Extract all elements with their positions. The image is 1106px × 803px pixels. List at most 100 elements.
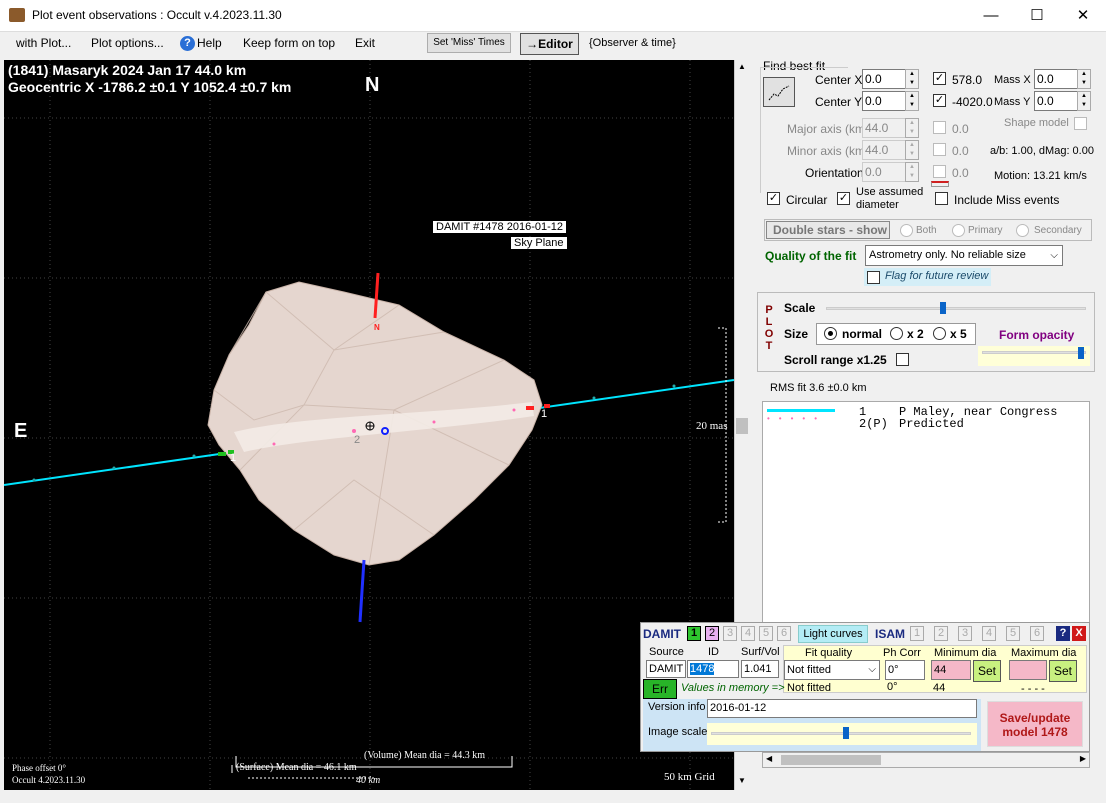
double-stars-button[interactable]: Double stars - show	[766, 221, 890, 239]
surf-vol-input[interactable]: 1.041	[741, 660, 779, 678]
include-miss-checkbox[interactable]	[935, 192, 948, 205]
damit-tab-2[interactable]: 2	[705, 626, 719, 641]
scroll-thumb[interactable]	[736, 418, 748, 434]
id-input[interactable]: 1478	[687, 660, 739, 678]
volume-mean-dia: (Volume) Mean dia = 44.3 km	[364, 750, 485, 761]
damit-tab-4[interactable]: 4	[741, 626, 755, 641]
center-y-spinner[interactable]: ▲ ▼	[905, 91, 919, 111]
major-axis-checkbox[interactable]	[933, 121, 946, 134]
legend-hscroll-thumb[interactable]	[781, 755, 881, 765]
sky-plane-label: Sky Plane	[511, 237, 567, 249]
legend-hscroll[interactable]: ◀ ▶	[762, 752, 1090, 768]
scale-slider-thumb[interactable]	[940, 302, 947, 314]
rms-fit: RMS fit 3.6 ±0.0 km	[770, 382, 867, 394]
flag-review-checkbox[interactable]	[867, 271, 880, 284]
both-radio[interactable]	[900, 224, 913, 237]
minimize-button[interactable]: —	[968, 0, 1014, 32]
isam-tab-5[interactable]: 5	[1006, 626, 1020, 641]
damit-close-button[interactable]: X	[1072, 626, 1086, 641]
help-icon[interactable]: ?	[180, 36, 195, 51]
menu-exit[interactable]: Exit	[355, 36, 375, 50]
save-update-model-button[interactable]: Save/update model 1478	[987, 701, 1083, 747]
size-normal-radio[interactable]	[824, 327, 837, 340]
primary-radio[interactable]	[952, 224, 965, 237]
circular-checkbox[interactable]: ✓	[767, 192, 780, 205]
orientation-c: 0.0	[952, 166, 969, 180]
scroll-up-icon[interactable]: ▲	[738, 62, 746, 71]
mass-x-input[interactable]: 0.0	[1034, 69, 1078, 89]
fit-button[interactable]	[763, 77, 795, 107]
light-curves-button[interactable]: Light curves	[798, 625, 868, 643]
color-swatch[interactable]	[931, 181, 949, 187]
isam-tab-3[interactable]: 3	[958, 626, 972, 641]
damit-tab-3[interactable]: 3	[723, 626, 737, 641]
damit-tab-6[interactable]: 6	[777, 626, 791, 641]
observer-time-link[interactable]: {Observer & time}	[589, 37, 676, 49]
source-input[interactable]: DAMIT	[646, 660, 686, 678]
opacity-slider[interactable]	[978, 346, 1090, 366]
ph-corr-input[interactable]: 0°	[885, 660, 925, 680]
menu-with-plot[interactable]: with Plot...	[16, 36, 71, 50]
mass-y-input[interactable]: 0.0	[1034, 91, 1078, 111]
size-x2-radio[interactable]	[890, 327, 903, 340]
scroll-left-icon[interactable]: ◀	[766, 754, 772, 763]
south-pole-marker	[358, 559, 366, 623]
isam-tab-6[interactable]: 6	[1030, 626, 1044, 641]
opacity-slider-thumb[interactable]	[1078, 347, 1085, 359]
size-x5-radio[interactable]	[933, 327, 946, 340]
minor-axis-checkbox[interactable]	[933, 143, 946, 156]
isam-tab-1[interactable]: 1	[910, 626, 924, 641]
menu-plot-options[interactable]: Plot options...	[91, 36, 164, 50]
major-axis-input[interactable]: 44.0	[862, 118, 906, 138]
secondary-label: Secondary	[1034, 225, 1082, 236]
shape-model-checkbox[interactable]	[1074, 117, 1087, 130]
major-axis-spinner[interactable]: ▲ ▼	[905, 118, 919, 138]
max-dia-set-button[interactable]: Set	[1049, 660, 1077, 682]
minor-axis-input[interactable]: 44.0	[862, 140, 906, 160]
both-label: Both	[916, 225, 937, 236]
scroll-right-icon[interactable]: ▶	[1080, 754, 1086, 763]
center-x-input[interactable]: 0.0	[862, 69, 906, 89]
damit-help-button[interactable]: ?	[1056, 626, 1070, 641]
editor-button[interactable]: →Editor	[520, 33, 579, 55]
fit-quality-select[interactable]: Not fitted ⌵	[784, 660, 880, 680]
isam-tab-4[interactable]: 4	[982, 626, 996, 641]
image-scale-slider[interactable]	[707, 723, 977, 745]
orientation-input[interactable]: 0.0	[862, 162, 906, 182]
minor-axis-spinner[interactable]: ▲ ▼	[905, 140, 919, 160]
scroll-range-checkbox[interactable]	[896, 353, 909, 366]
set-miss-times-button[interactable]: Set 'Miss' Times	[427, 33, 511, 53]
close-button[interactable]: ✕	[1060, 0, 1106, 32]
orientation-spinner[interactable]: ▲ ▼	[905, 162, 919, 182]
fit-quality-value: Not fitted	[787, 664, 832, 676]
isam-tab-2[interactable]: 2	[934, 626, 948, 641]
center-y-input[interactable]: 0.0	[862, 91, 906, 111]
err-button[interactable]: Err	[643, 679, 677, 699]
chord-label-1b: 1	[541, 408, 548, 420]
quality-select[interactable]: Astrometry only. No reliable size ⌵	[865, 245, 1063, 266]
damit-tab-5[interactable]: 5	[759, 626, 773, 641]
image-scale-label: Image scale	[648, 726, 708, 738]
plot-canvas[interactable]: (1841) Masaryk 2024 Jan 17 44.0 km Geoce…	[4, 60, 734, 790]
shape-model-label: Shape model	[1004, 117, 1069, 129]
title-bar: Plot event observations : Occult v.4.202…	[0, 0, 1106, 32]
menu-keep-on-top[interactable]: Keep form on top	[243, 36, 335, 50]
secondary-radio[interactable]	[1016, 224, 1029, 237]
scale-slider[interactable]	[826, 302, 1086, 314]
orientation-checkbox[interactable]	[933, 165, 946, 178]
min-dia-input[interactable]: 44	[931, 660, 971, 680]
mass-y-spinner[interactable]: ▲ ▼	[1077, 91, 1091, 111]
fit-y-checkbox[interactable]: ✓	[933, 94, 946, 107]
fit-x-checkbox[interactable]: ✓	[933, 72, 946, 85]
damit-tab-1[interactable]: 1	[687, 626, 701, 641]
assumed-diameter-checkbox[interactable]: ✓	[837, 192, 850, 205]
maximize-button[interactable]: ☐	[1014, 0, 1060, 32]
min-dia-set-button[interactable]: Set	[973, 660, 1001, 682]
center-x-spinner[interactable]: ▲ ▼	[905, 69, 919, 89]
mass-x-spinner[interactable]: ▲ ▼	[1077, 69, 1091, 89]
image-scale-thumb[interactable]	[843, 727, 850, 739]
menu-help[interactable]: Help	[197, 36, 222, 50]
version-info-input[interactable]: 2016-01-12	[707, 699, 977, 718]
scroll-down-icon[interactable]: ▼	[738, 776, 746, 785]
max-dia-input[interactable]	[1009, 660, 1047, 680]
